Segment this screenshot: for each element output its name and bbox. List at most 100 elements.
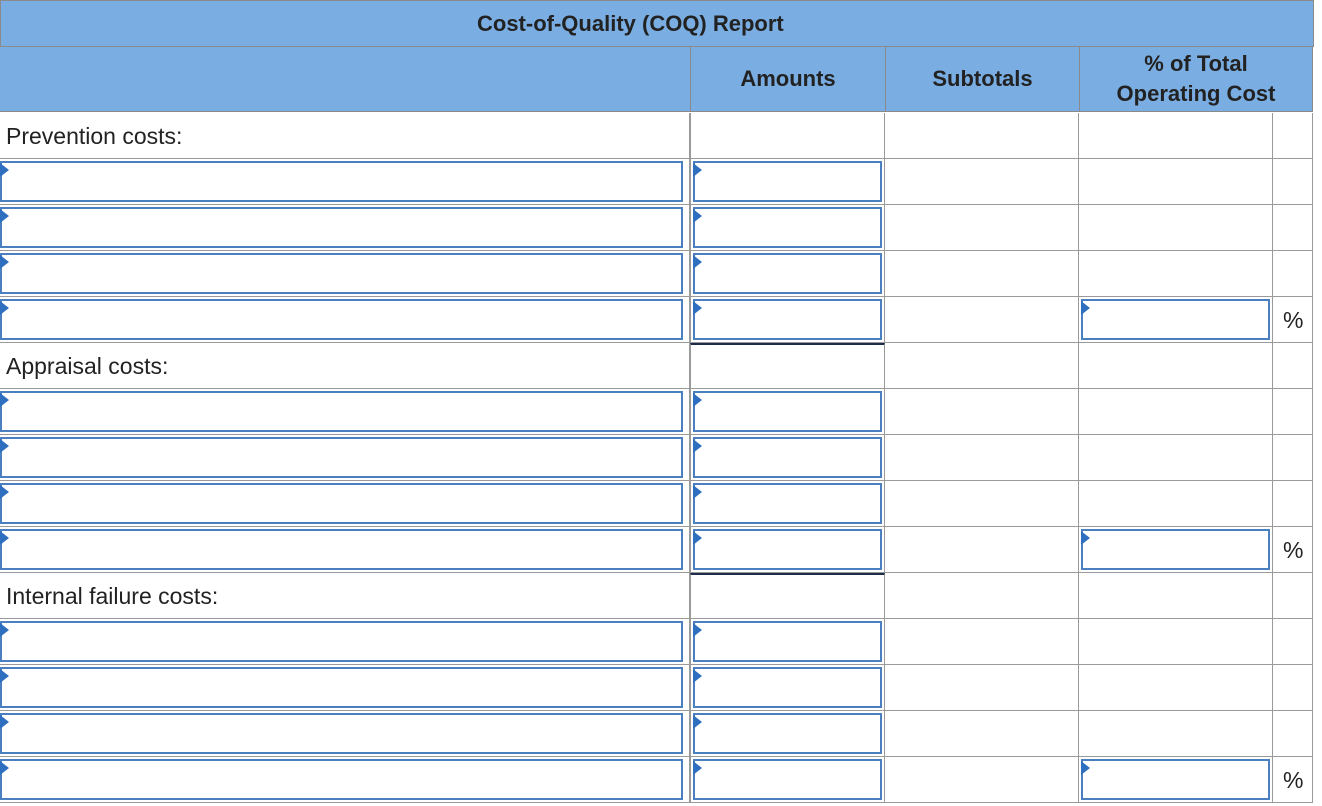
cost-item-dropdown[interactable] (0, 713, 683, 754)
percent-symbol: % (1283, 537, 1304, 563)
subtotal-cell (885, 711, 1079, 757)
pct-cell (1079, 343, 1273, 389)
pct-symbol-cell (1273, 251, 1313, 297)
dropdown-marker-icon (693, 439, 702, 453)
pct-symbol-cell (1273, 435, 1313, 481)
percent-symbol: % (1283, 307, 1304, 333)
dropdown-marker-icon (0, 255, 9, 269)
header-pct-total: % of Total Operating Cost (1079, 46, 1313, 112)
percent-symbol: % (1283, 767, 1304, 793)
pct-cell (1079, 619, 1273, 665)
subtotal-cell (885, 205, 1079, 251)
header-blank-cell (0, 46, 690, 112)
section-label-cell: Appraisal costs: (0, 343, 690, 389)
dropdown-marker-icon (0, 163, 9, 177)
amount-input[interactable] (693, 483, 882, 524)
entry-label-cell (0, 205, 690, 251)
amount-cell (690, 527, 885, 573)
amount-input[interactable] (693, 437, 882, 478)
subtotal-cell (885, 757, 1079, 803)
dropdown-marker-icon (693, 301, 702, 315)
entry-label-cell (0, 481, 690, 527)
amount-cell (690, 481, 885, 527)
amount-input[interactable] (693, 253, 882, 294)
section-label: Appraisal costs: (6, 353, 169, 379)
pct-cell (1079, 711, 1273, 757)
section-label: Internal failure costs: (6, 583, 219, 609)
pct-input[interactable] (1081, 759, 1270, 800)
dropdown-marker-icon (0, 531, 9, 545)
amount-cell (690, 619, 885, 665)
entry-row (0, 251, 1314, 297)
entry-row (0, 711, 1314, 757)
cost-item-dropdown[interactable] (0, 207, 683, 248)
cost-item-dropdown[interactable] (0, 759, 683, 800)
dropdown-marker-icon (0, 439, 9, 453)
dropdown-marker-icon (693, 209, 702, 223)
cost-item-dropdown[interactable] (0, 437, 683, 478)
report-title-bar: Cost-of-Quality (COQ) Report (0, 0, 1314, 47)
header-pct-line1: % of Total (1144, 51, 1248, 76)
pct-cell (1079, 573, 1273, 619)
amount-input[interactable] (693, 759, 882, 800)
amount-input[interactable] (693, 621, 882, 662)
dropdown-marker-icon (0, 209, 9, 223)
cost-item-dropdown[interactable] (0, 391, 683, 432)
entry-label-cell (0, 251, 690, 297)
section-row: Internal failure costs: (0, 573, 1314, 619)
dropdown-marker-icon (693, 163, 702, 177)
dropdown-marker-icon (1081, 301, 1090, 315)
subtotal-cell (885, 435, 1079, 481)
section-label-cell: Internal failure costs: (0, 573, 690, 619)
entry-row: % (0, 757, 1314, 803)
header-pct-line2: Operating Cost (1116, 81, 1276, 106)
amount-cell (690, 343, 885, 389)
amount-cell (690, 113, 885, 159)
pct-input[interactable] (1081, 529, 1270, 570)
pct-input[interactable] (1081, 299, 1270, 340)
pct-cell (1079, 389, 1273, 435)
dropdown-marker-icon (693, 255, 702, 269)
cost-item-dropdown[interactable] (0, 667, 683, 708)
entry-label-cell (0, 757, 690, 803)
cost-item-dropdown[interactable] (0, 483, 683, 524)
dropdown-marker-icon (0, 623, 9, 637)
entry-row (0, 619, 1314, 665)
pct-symbol-cell (1273, 343, 1313, 389)
amount-input[interactable] (693, 713, 882, 754)
cost-item-dropdown[interactable] (0, 529, 683, 570)
subtotal-cell (885, 297, 1079, 343)
dropdown-marker-icon (693, 715, 702, 729)
pct-symbol-cell (1273, 711, 1313, 757)
amount-input[interactable] (693, 207, 882, 248)
entry-label-cell (0, 619, 690, 665)
subtotal-cell (885, 665, 1079, 711)
amount-input[interactable] (693, 529, 882, 570)
amount-input[interactable] (693, 161, 882, 202)
subtotal-cell (885, 619, 1079, 665)
dropdown-marker-icon (0, 669, 9, 683)
entry-label-cell (0, 297, 690, 343)
amount-input[interactable] (693, 299, 882, 340)
header-subtotals: Subtotals (885, 46, 1079, 112)
subtotal-cell (885, 573, 1079, 619)
report-title: Cost-of-Quality (COQ) Report (477, 11, 784, 36)
entry-row: % (0, 297, 1314, 343)
pct-symbol-cell: % (1273, 297, 1313, 343)
amount-input[interactable] (693, 667, 882, 708)
cost-item-dropdown[interactable] (0, 621, 683, 662)
cost-item-dropdown[interactable] (0, 253, 683, 294)
section-row: Appraisal costs: (0, 343, 1314, 389)
cost-item-dropdown[interactable] (0, 299, 683, 340)
cost-item-dropdown[interactable] (0, 161, 683, 202)
pct-symbol-cell (1273, 389, 1313, 435)
amount-input[interactable] (693, 391, 882, 432)
section-row: Prevention costs: (0, 113, 1314, 159)
entry-row (0, 665, 1314, 711)
pct-cell (1079, 205, 1273, 251)
pct-symbol-cell: % (1273, 757, 1313, 803)
amount-cell (690, 573, 885, 619)
amount-cell (690, 205, 885, 251)
dropdown-marker-icon (0, 301, 9, 315)
entry-label-cell (0, 711, 690, 757)
